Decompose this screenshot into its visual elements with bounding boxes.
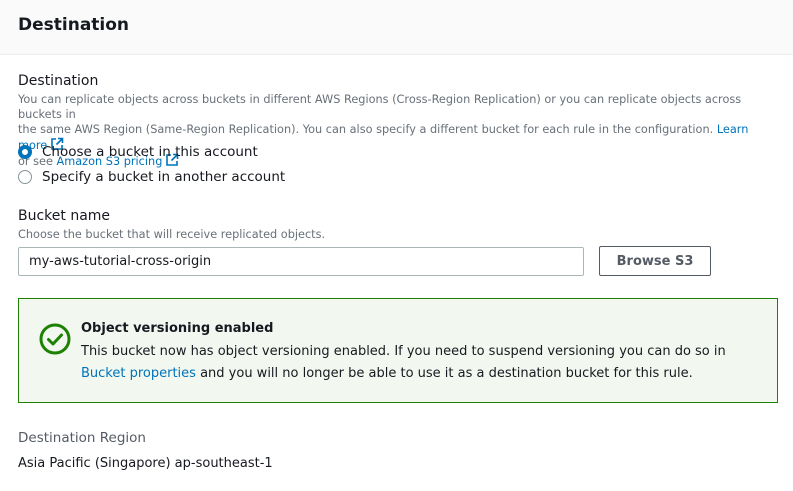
destination-description-line1: You can replicate objects across buckets… <box>18 93 742 121</box>
bucket-name-label: Bucket name <box>18 208 111 224</box>
destination-label: Destination <box>18 73 99 89</box>
alert-body-part1: This bucket now has object versioning en… <box>81 344 726 359</box>
alert-body: This bucket now has object versioning en… <box>81 341 761 385</box>
alert-title: Object versioning enabled <box>81 321 274 336</box>
bucket-name-input[interactable] <box>18 247 584 276</box>
alert-body-part2: and you will no longer be able to use it… <box>200 366 693 381</box>
radio-label: Choose a bucket in this account <box>42 144 258 160</box>
radio-button-selected[interactable] <box>18 145 32 159</box>
section-title: Destination <box>18 15 130 35</box>
radio-choose-bucket-this-account[interactable]: Choose a bucket in this account <box>18 143 258 161</box>
browse-s3-button[interactable]: Browse S3 <box>599 246 711 276</box>
bucket-properties-link[interactable]: Bucket properties <box>81 366 196 381</box>
bucket-name-description: Choose the bucket that will receive repl… <box>18 228 326 241</box>
destination-description-line2: the same AWS Region (Same-Region Replica… <box>18 123 714 136</box>
destination-region-value: Asia Pacific (Singapore) ap-southeast-1 <box>18 456 273 471</box>
versioning-alert: Object versioning enabled This bucket no… <box>18 298 778 403</box>
radio-specify-bucket-another-account[interactable]: Specify a bucket in another account <box>18 168 285 186</box>
radio-button[interactable] <box>18 170 32 184</box>
destination-region-label: Destination Region <box>18 430 146 446</box>
radio-label: Specify a bucket in another account <box>42 169 286 185</box>
section-header: Destination <box>0 0 793 55</box>
check-circle-icon <box>39 323 71 355</box>
